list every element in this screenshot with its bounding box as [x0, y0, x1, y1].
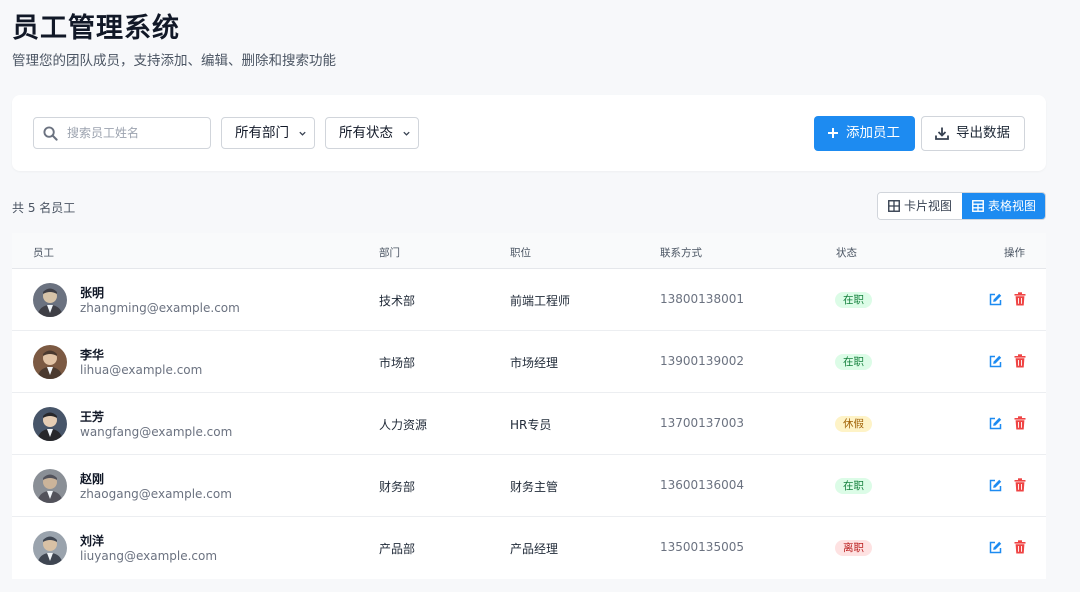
- employee-email: lihua@example.com: [80, 363, 203, 377]
- table-header: 员工 部门 职位 联系方式 状态 操作: [12, 233, 1046, 269]
- employee-name: 刘洋: [80, 534, 105, 548]
- employee-department: 人力资源: [379, 418, 428, 432]
- page-subtitle: 管理您的团队成员，支持添加、编辑、删除和搜索功能: [12, 53, 336, 69]
- table-view-button[interactable]: 表格视图: [962, 193, 1045, 219]
- table-row: 王芳 wangfang@example.com 人力资源 HR专员 137001…: [12, 393, 1046, 455]
- employee-position: 产品经理: [510, 542, 559, 556]
- status-select-value: 所有状态: [339, 125, 393, 141]
- add-employee-button[interactable]: 添加员工: [814, 116, 915, 151]
- employee-phone: 13500135005: [660, 540, 744, 554]
- status-badge: 在职: [835, 292, 872, 308]
- avatar: [33, 469, 67, 503]
- employee-position: 财务主管: [510, 480, 559, 494]
- status-badge: 离职: [835, 540, 872, 556]
- search-input[interactable]: [67, 118, 207, 148]
- status-badge: 在职: [835, 478, 872, 494]
- employee-phone: 13600136004: [660, 478, 744, 492]
- department-select-value: 所有部门: [235, 125, 289, 141]
- table-view-label: 表格视图: [988, 199, 1037, 213]
- avatar: [33, 345, 67, 379]
- employee-count: 共 5 名员工: [12, 201, 76, 215]
- avatar-photo: [33, 531, 67, 565]
- table-row: 李华 lihua@example.com 市场部 市场经理 1390013900…: [12, 331, 1046, 393]
- status-badge: 休假: [835, 416, 872, 432]
- column-header-contact: 联系方式: [660, 247, 702, 259]
- employee-email: liuyang@example.com: [80, 549, 218, 563]
- department-select[interactable]: 所有部门: [221, 117, 315, 149]
- table-row: 刘洋 liuyang@example.com 产品部 产品经理 13500135…: [12, 517, 1046, 579]
- column-header-actions: 操作: [1004, 247, 1025, 259]
- edit-icon[interactable]: [989, 293, 1002, 306]
- trash-icon[interactable]: [1014, 292, 1026, 306]
- export-data-label: 导出数据: [956, 125, 1010, 141]
- employee-table: 员工 部门 职位 联系方式 状态 操作 张明 zhangming@example…: [12, 233, 1046, 579]
- toolbar: 所有部门 所有状态 添加员工 导出数据: [12, 95, 1046, 171]
- trash-icon[interactable]: [1014, 354, 1026, 368]
- search-icon: [43, 126, 58, 141]
- employee-department: 技术部: [379, 294, 416, 308]
- column-header-employee: 员工: [33, 247, 54, 259]
- employee-phone: 13800138001: [660, 292, 744, 306]
- employee-name: 王芳: [80, 410, 105, 424]
- download-icon: [935, 127, 949, 140]
- status-select[interactable]: 所有状态: [325, 117, 419, 149]
- edit-icon[interactable]: [989, 417, 1002, 430]
- avatar: [33, 531, 67, 565]
- column-header-position: 职位: [510, 247, 531, 259]
- trash-icon[interactable]: [1014, 416, 1026, 430]
- plus-icon: [828, 128, 838, 138]
- table-row: 赵刚 zhaogang@example.com 财务部 财务主管 1360013…: [12, 455, 1046, 517]
- avatar: [33, 283, 67, 317]
- export-data-button[interactable]: 导出数据: [921, 116, 1025, 151]
- employee-phone: 13700137003: [660, 416, 744, 430]
- employee-email: zhangming@example.com: [80, 301, 240, 315]
- employee-email: wangfang@example.com: [80, 425, 233, 439]
- avatar-photo: [33, 283, 67, 317]
- employee-name: 张明: [80, 286, 105, 300]
- avatar: [33, 407, 67, 441]
- employee-name: 赵刚: [80, 472, 105, 486]
- search-box[interactable]: [33, 117, 211, 149]
- card-view-button[interactable]: 卡片视图: [878, 193, 962, 219]
- view-toggle: 卡片视图 表格视图: [877, 192, 1046, 220]
- trash-icon[interactable]: [1014, 478, 1026, 492]
- column-header-status: 状态: [836, 247, 857, 259]
- employee-department: 财务部: [379, 480, 416, 494]
- avatar-photo: [33, 407, 67, 441]
- grid-icon: [888, 200, 900, 212]
- status-badge: 在职: [835, 354, 872, 370]
- employee-phone: 13900139002: [660, 354, 744, 368]
- card-view-label: 卡片视图: [904, 199, 953, 213]
- employee-position: 市场经理: [510, 356, 559, 370]
- edit-icon[interactable]: [989, 355, 1002, 368]
- employee-email: zhaogang@example.com: [80, 487, 232, 501]
- avatar-photo: [33, 469, 67, 503]
- employee-position: HR专员: [510, 418, 552, 432]
- employee-name: 李华: [80, 348, 105, 362]
- employee-department: 市场部: [379, 356, 416, 370]
- edit-icon[interactable]: [989, 479, 1002, 492]
- table-icon: [972, 200, 984, 212]
- add-employee-label: 添加员工: [846, 125, 900, 141]
- chevron-down-icon: [299, 131, 306, 136]
- employee-position: 前端工程师: [510, 294, 571, 308]
- employee-department: 产品部: [379, 542, 416, 556]
- page-title: 员工管理系统: [12, 13, 180, 44]
- trash-icon[interactable]: [1014, 540, 1026, 554]
- avatar-photo: [33, 345, 67, 379]
- edit-icon[interactable]: [989, 541, 1002, 554]
- table-row: 张明 zhangming@example.com 技术部 前端工程师 13800…: [12, 269, 1046, 331]
- chevron-down-icon: [403, 131, 410, 136]
- column-header-department: 部门: [379, 247, 400, 259]
